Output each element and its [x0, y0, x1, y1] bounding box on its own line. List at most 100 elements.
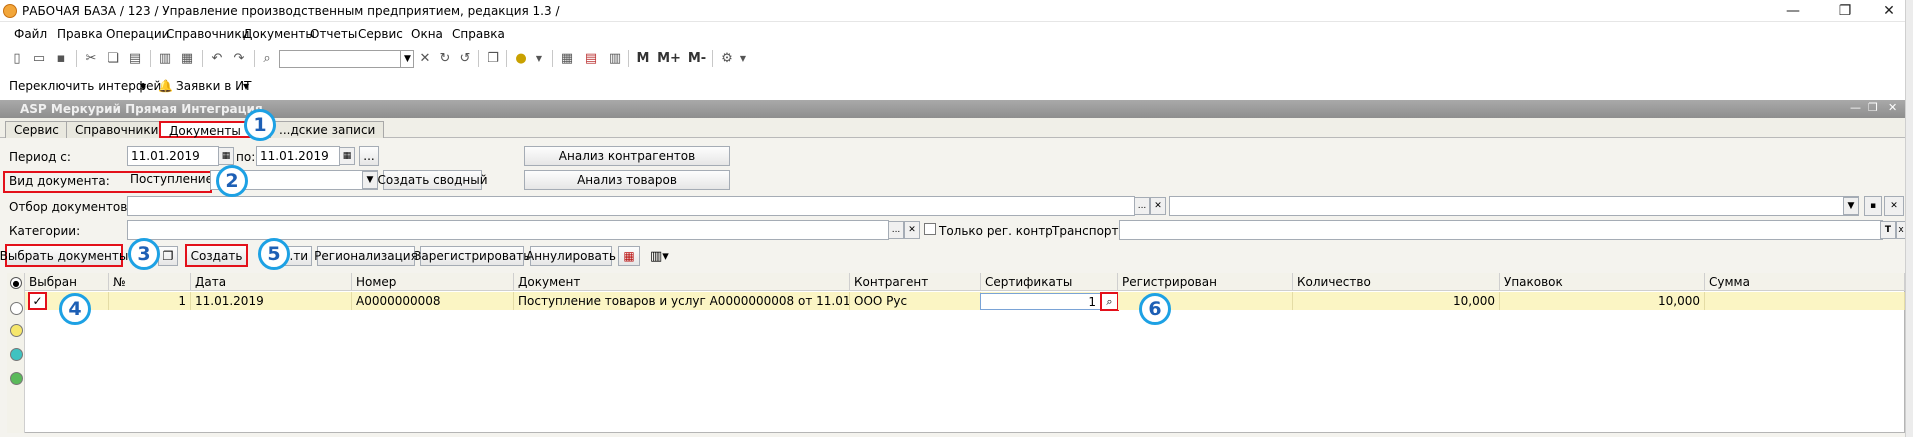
tab-service[interactable]: Сервис [5, 121, 68, 138]
period-select-button[interactable]: ... [359, 146, 379, 166]
col-date[interactable]: Дата [191, 273, 352, 291]
col-certificates[interactable]: Сертификаты [981, 273, 1118, 291]
calendar-icon[interactable]: ▦ [339, 147, 355, 165]
restore-icon[interactable]: ❐ [1868, 101, 1878, 114]
only-registered-label: Только рег. контр [939, 224, 1053, 238]
select-ellipsis-button[interactable]: ... [888, 221, 904, 239]
regionalization-button[interactable]: Регионализация [314, 246, 418, 266]
chevron-down-icon[interactable]: ▼ [530, 49, 548, 67]
col-sum[interactable]: Сумма [1705, 273, 1905, 291]
menu-file[interactable]: Файл [14, 27, 47, 41]
chevron-down-icon[interactable]: ▼ [1843, 197, 1859, 215]
paste-icon[interactable]: ▤ [126, 49, 144, 67]
clear-icon[interactable]: ✕ [904, 221, 920, 239]
chevron-down-icon[interactable]: ▼ [362, 171, 378, 189]
minimize-icon[interactable]: — [1850, 101, 1861, 114]
transport-label: Транспорт: [1052, 224, 1123, 238]
col-document[interactable]: Документ [514, 273, 850, 291]
analysis-goods-button[interactable]: Анализ товаров [524, 170, 730, 190]
open-icon[interactable]: ▭ [30, 49, 48, 67]
analysis-contractors-button[interactable]: Анализ контрагентов [524, 146, 730, 166]
preview-icon[interactable]: ▦ [178, 49, 196, 67]
copy-icon[interactable]: ❐ [158, 246, 178, 266]
transport-field[interactable] [1119, 220, 1883, 240]
clear-icon[interactable]: ✕ [1150, 197, 1166, 215]
separator [552, 50, 553, 67]
clear-search-icon[interactable]: ✕ [416, 49, 434, 67]
categories-field[interactable] [127, 220, 889, 240]
certificates-field[interactable]: 1 [980, 293, 1101, 310]
status-yellow-icon [10, 324, 23, 337]
filter-field[interactable] [127, 196, 1135, 216]
memory-plus-button[interactable]: M+ [656, 49, 682, 67]
filter-preset-field[interactable] [1169, 196, 1859, 216]
chevron-down-icon[interactable]: ▼ [734, 49, 752, 67]
restore-icon[interactable]: ❐ [1822, 0, 1868, 22]
separator [478, 50, 479, 67]
only-registered-checkbox[interactable] [924, 223, 936, 235]
register-button[interactable]: Зарегистрировать [414, 246, 530, 266]
search-input[interactable] [279, 50, 414, 68]
categories-label: Категории: [9, 224, 81, 238]
col-contractor[interactable]: Контрагент [850, 273, 981, 291]
create-button[interactable]: Создать [185, 244, 248, 267]
period-to-field[interactable]: 11.01.2019 [256, 146, 340, 166]
col-doc-number[interactable]: Номер [352, 273, 514, 291]
chevron-down-icon[interactable]: ▼ [140, 82, 146, 91]
windows-icon[interactable]: ❐ [484, 49, 502, 67]
print-icon[interactable]: ▥▾ [650, 249, 669, 264]
search-next-icon[interactable]: ↻ [436, 49, 454, 67]
text-mode-button[interactable]: T [1880, 221, 1896, 239]
calculator-icon[interactable]: ▦ [558, 49, 576, 67]
excel-icon[interactable]: ▦ [618, 246, 640, 266]
redo-icon[interactable]: ↷ [230, 49, 248, 67]
select-documents-button[interactable]: Выбрать документы [0, 244, 128, 267]
search-prev-icon[interactable]: ↺ [456, 49, 474, 67]
calendar-icon[interactable]: ▦ [218, 147, 234, 165]
select-ellipsis-button[interactable]: ... [1134, 197, 1150, 215]
find-icon[interactable]: ⌕ [258, 49, 276, 67]
menu-reports[interactable]: Отчеты [310, 27, 357, 41]
menu-documents[interactable]: Документы [243, 27, 315, 41]
table-row-document[interactable]: Поступление товаров и услуг А0000000008 … [514, 292, 850, 310]
annul-button[interactable]: Аннулировать [526, 246, 616, 266]
clear-filter-icon[interactable]: ✕ [1884, 196, 1904, 216]
table-icon[interactable]: ▥ [606, 49, 624, 67]
table-row-quantity: 10,000 [1293, 292, 1500, 310]
create-summary-button[interactable]: Создать сводный [377, 170, 488, 190]
menu-edit[interactable]: Правка [57, 27, 103, 41]
col-packages[interactable]: Упаковок [1500, 273, 1705, 291]
copy-icon[interactable]: ❏ [104, 49, 122, 67]
period-from-field[interactable]: 11.01.2019 [127, 146, 219, 166]
tab-warehouse-records[interactable]: ...дские записи [270, 121, 385, 138]
menu-windows[interactable]: Окна [411, 27, 443, 41]
minimize-icon[interactable]: — [1770, 0, 1816, 22]
tab-catalogs[interactable]: Справочники [66, 121, 168, 138]
chevron-down-icon[interactable]: ▼ [400, 50, 414, 68]
col-number[interactable]: № [109, 273, 191, 291]
memory-button[interactable]: M [634, 49, 652, 67]
save-icon[interactable]: ▪ [52, 49, 70, 67]
memory-minus-button[interactable]: M- [684, 49, 710, 67]
save-icon[interactable]: ▪ [1864, 196, 1882, 216]
close-icon[interactable]: ✕ [1888, 101, 1897, 114]
col-selected[interactable]: Выбран [25, 273, 109, 291]
menu-catalogs[interactable]: Справочники [166, 27, 249, 41]
tab-documents[interactable]: Документы [159, 121, 251, 138]
cut-icon[interactable]: ✂ [82, 49, 100, 67]
calendar-icon[interactable]: ▤ [582, 49, 600, 67]
menu-operations[interactable]: Операции [106, 27, 169, 41]
undo-icon[interactable]: ↶ [208, 49, 226, 67]
menu-service[interactable]: Сервис [358, 27, 403, 41]
grid-select-all[interactable]: ● [10, 277, 22, 289]
info-icon[interactable]: ● [512, 49, 530, 67]
new-doc-icon[interactable]: ▯ [8, 49, 26, 67]
chevron-down-icon[interactable]: ▼ [243, 82, 249, 91]
print-icon[interactable]: ▥ [156, 49, 174, 67]
col-quantity[interactable]: Количество [1293, 273, 1500, 291]
col-registered[interactable]: Регистрирован [1118, 273, 1293, 291]
menu-help[interactable]: Справка [452, 27, 505, 41]
row-selected-checkbox[interactable]: ✓ [28, 292, 47, 310]
certificates-search-icon[interactable]: ⌕ [1100, 292, 1119, 311]
requests-it-button[interactable]: Заявки в ИТ [176, 79, 251, 93]
